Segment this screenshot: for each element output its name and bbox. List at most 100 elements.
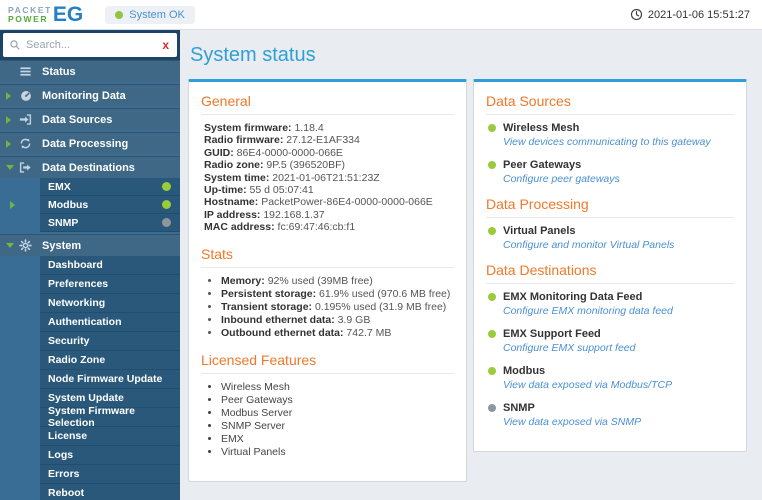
- status-ok-dot-icon: [115, 10, 124, 19]
- page-title: System status: [190, 44, 316, 66]
- sidebar-subitem-errors[interactable]: Errors: [0, 465, 180, 484]
- licensed-feature-item: Peer Gateways: [221, 394, 454, 407]
- item-name: SNMP: [503, 402, 535, 414]
- header: PACKET POWER EG System OK 2021-01-06 15:…: [0, 0, 762, 30]
- data-destination-modbus: Modbus View data exposed via Modbus/TCP: [488, 365, 734, 391]
- general-heading: General: [201, 93, 454, 115]
- sidebar-subitem-modbus[interactable]: Modbus: [0, 196, 180, 214]
- data-source-peer-gateways: Peer Gateways Configure peer gateways: [488, 159, 734, 185]
- sidebar-subitem-authentication[interactable]: Authentication: [0, 313, 180, 332]
- sidebar-subitem-label: Reboot: [48, 487, 85, 499]
- kv-row: Radio firmware: 27.12-E1AF334: [204, 134, 360, 147]
- stat-item: Inbound ethernet data: 3.9 GB: [221, 314, 454, 327]
- sidebar-item-label: Data Destinations: [42, 161, 135, 174]
- sidebar-item-monitoring-data[interactable]: Monitoring Data: [0, 84, 180, 106]
- packet-power-logo: PACKET POWER EG: [8, 3, 83, 26]
- sidebar-nav: x Status Monitoring Data Data Sources Da…: [0, 30, 180, 500]
- item-name: Peer Gateways: [503, 159, 582, 171]
- search-icon: [9, 39, 21, 51]
- clock-icon: [630, 8, 643, 21]
- sidebar-subitem-label: Networking: [48, 297, 106, 309]
- data-destination-snmp: SNMP View data exposed via SNMP: [488, 402, 734, 428]
- status-dot-icon: [488, 404, 496, 412]
- sidebar-subitem-logs[interactable]: Logs: [0, 446, 180, 465]
- data-destination-emx-support: EMX Support Feed Configure EMX support f…: [488, 328, 734, 354]
- item-link[interactable]: Configure and monitor Virtual Panels: [503, 239, 734, 251]
- chevron-right-icon: [10, 201, 23, 209]
- sidebar-item-system[interactable]: System: [0, 234, 180, 256]
- item-link[interactable]: Configure peer gateways: [503, 173, 734, 185]
- sidebar-subitem-label: System Firmware Selection: [48, 405, 135, 429]
- sidebar-subitem-label: License: [48, 430, 88, 442]
- current-datetime: 2021-01-06 15:51:27: [647, 8, 750, 21]
- licensed-feature-item: Virtual Panels: [221, 446, 454, 459]
- stat-item: Memory: 92% used (39MB free): [221, 275, 454, 288]
- system-status-badge[interactable]: System OK: [105, 5, 195, 24]
- chevron-down-icon: [6, 243, 19, 248]
- sign-out-icon: [19, 161, 35, 175]
- sidebar-subitem-radio-zone[interactable]: Radio Zone: [0, 351, 180, 370]
- item-link[interactable]: Configure EMX support feed: [503, 342, 734, 354]
- status-dot-icon: [488, 330, 496, 338]
- sidebar-subitem-system-firmware-selection[interactable]: System Firmware Selection: [0, 405, 180, 429]
- data-processing-virtual-panels: Virtual Panels Configure and monitor Vir…: [488, 225, 734, 251]
- sidebar-subitem-label: Modbus: [48, 198, 89, 211]
- stat-item: Persistent storage: 61.9% used (970.6 MB…: [221, 288, 454, 301]
- data-source-wireless-mesh: Wireless Mesh View devices communicating…: [488, 122, 734, 148]
- sidebar-subitem-label: Radio Zone: [48, 354, 106, 366]
- sidebar-item-data-sources[interactable]: Data Sources: [0, 108, 180, 130]
- sidebar-subitem-snmp[interactable]: SNMP: [0, 214, 180, 232]
- sidebar-subitem-label: Errors: [48, 468, 80, 480]
- stats-heading: Stats: [201, 246, 454, 268]
- kv-row: System firmware: 1.18.4: [204, 122, 324, 134]
- sidebar-subitem-label: SNMP: [48, 216, 79, 229]
- sidebar-subitem-dashboard[interactable]: Dashboard: [0, 256, 180, 275]
- sidebar-item-data-destinations[interactable]: Data Destinations: [0, 156, 180, 178]
- item-link[interactable]: View data exposed via SNMP: [503, 416, 734, 428]
- sidebar-subitem-license[interactable]: License: [0, 427, 180, 446]
- kv-row: Up-time: 55 d 05:07:41: [204, 184, 314, 197]
- status-dot-icon: [488, 124, 496, 132]
- chevron-right-icon: [6, 116, 19, 124]
- sidebar-subitem-emx[interactable]: EMX: [0, 178, 180, 196]
- data-destination-emx-monitoring: EMX Monitoring Data Feed Configure EMX m…: [488, 291, 734, 317]
- sidebar-subitem-label: Preferences: [48, 278, 109, 290]
- system-info-panel: General System firmware: 1.18.4 Radio fi…: [188, 79, 467, 482]
- chevron-down-icon: [6, 165, 19, 170]
- sidebar-subitem-networking[interactable]: Networking: [0, 294, 180, 313]
- licensed-feature-item: Modbus Server: [221, 407, 454, 420]
- main-content: System status General System firmware: 1…: [180, 30, 762, 500]
- item-link[interactable]: View data exposed via Modbus/TCP: [503, 379, 734, 391]
- search-input[interactable]: [26, 39, 161, 51]
- item-name: EMX Support Feed: [503, 328, 601, 340]
- sidebar-subitem-reboot[interactable]: Reboot: [0, 484, 180, 500]
- refresh-icon: [19, 137, 35, 151]
- data-sources-heading: Data Sources: [486, 93, 734, 115]
- search-clear-button[interactable]: x: [160, 39, 171, 51]
- gauge-icon: [19, 89, 35, 103]
- sidebar-subitem-label: Authentication: [48, 316, 122, 328]
- status-dot-icon: [488, 227, 496, 235]
- chevron-right-icon: [6, 92, 19, 100]
- sidebar-item-status[interactable]: Status: [0, 60, 180, 82]
- item-link[interactable]: View devices communicating to this gatew…: [503, 136, 734, 148]
- search-container: x: [0, 30, 180, 60]
- sidebar-subitem-label: Security: [48, 335, 90, 347]
- sidebar-subitem-security[interactable]: Security: [0, 332, 180, 351]
- data-flow-panel: Data Sources Wireless Mesh View devices …: [473, 79, 747, 452]
- status-dot-icon: [488, 293, 496, 301]
- sidebar-item-label: Monitoring Data: [42, 89, 126, 102]
- sidebar-item-label: System: [42, 239, 82, 252]
- chevron-right-icon: [6, 140, 19, 148]
- item-name: Modbus: [503, 365, 546, 377]
- data-destinations-heading: Data Destinations: [486, 262, 734, 284]
- item-link[interactable]: Configure EMX monitoring data feed: [503, 305, 734, 317]
- item-name: EMX Monitoring Data Feed: [503, 291, 643, 303]
- licensed-features-heading: Licensed Features: [201, 352, 454, 374]
- status-dot-icon: [162, 200, 171, 209]
- sidebar-subitem-preferences[interactable]: Preferences: [0, 275, 180, 294]
- kv-row: MAC address: fc:69:47:46:cb:f1: [204, 221, 356, 234]
- sidebar-subitem-node-firmware-update[interactable]: Node Firmware Update: [0, 370, 180, 389]
- sidebar-item-data-processing[interactable]: Data Processing: [0, 132, 180, 154]
- licensed-feature-item: EMX: [221, 433, 454, 446]
